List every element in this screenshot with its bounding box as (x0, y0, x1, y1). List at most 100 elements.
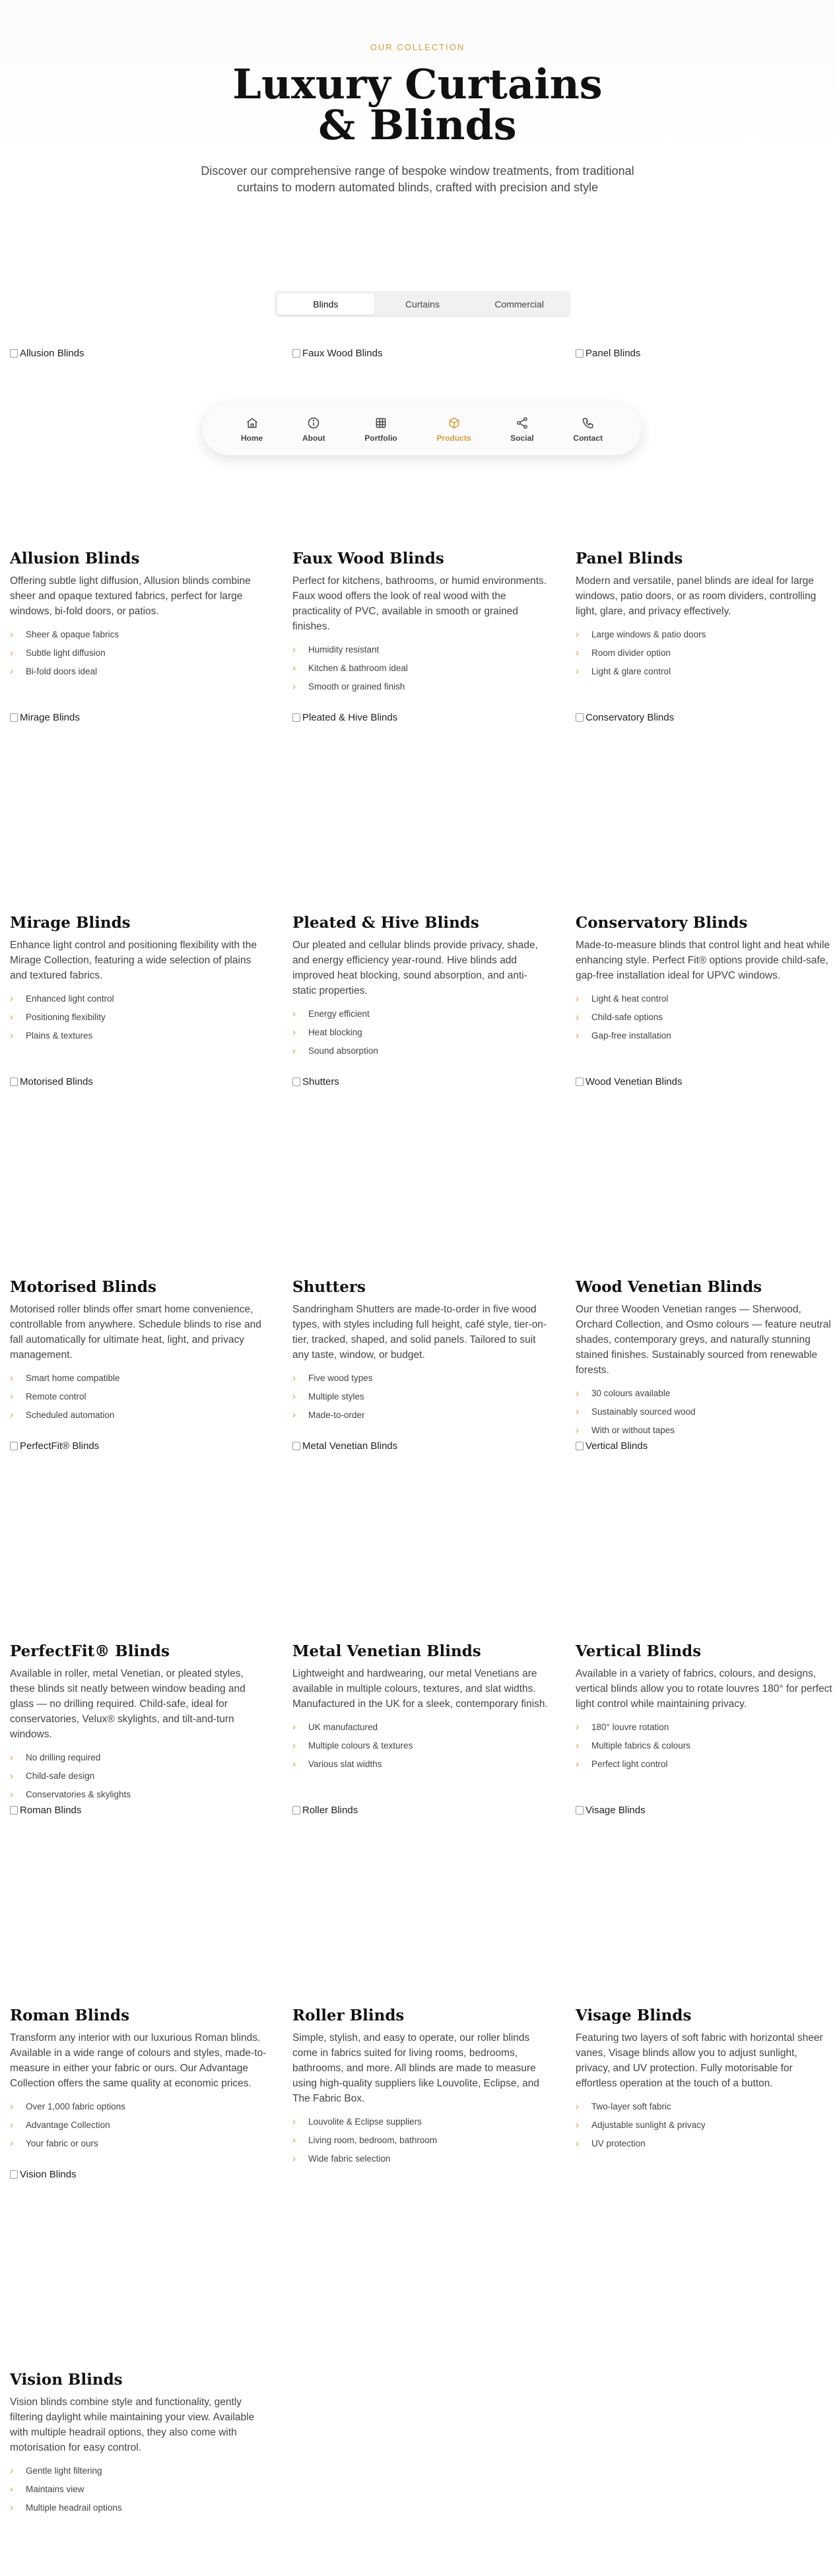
feature-text: Gap-free installation (591, 1031, 671, 1041)
broken-image-icon (292, 1078, 300, 1086)
nav-item-portfolio[interactable]: Portfolio (364, 416, 397, 443)
product-card-allusion-blinds: Allusion Blinds Allusion Blinds Offering s… (10, 348, 267, 681)
nav-item-products[interactable]: Products (437, 416, 471, 443)
nav-item-social[interactable]: Social (510, 416, 534, 443)
product-title: Wood Venetian Blinds (576, 1278, 762, 1296)
chevron-right-icon: › (576, 1722, 579, 1733)
chevron-right-icon: › (10, 666, 13, 677)
chevron-right-icon: › (576, 2101, 579, 2112)
product-title: Vision Blinds (10, 2371, 123, 2389)
feature-text: Multiple headrail options (26, 2503, 122, 2513)
chevron-right-icon: › (10, 1030, 13, 1041)
feature-item: › 30 colours available (576, 1384, 833, 1403)
hero-description: Discover our comprehensive range of besp… (201, 164, 634, 194)
chevron-right-icon: › (292, 2116, 296, 2127)
product-card-visage-blinds: Visage Blinds Visage Blinds Featuring two … (576, 1805, 833, 2153)
feature-text: Gentle light filtering (26, 2466, 102, 2476)
tab-curtains[interactable]: Curtains (374, 294, 471, 315)
broken-image-icon (576, 349, 584, 358)
chevron-right-icon: › (576, 647, 579, 659)
feature-text: Made-to-order (308, 1410, 365, 1420)
feature-item: › Scheduled automation (10, 1406, 267, 1425)
product-description: Available in roller, metal Venetian, or … (10, 1668, 246, 1740)
chevron-right-icon: › (292, 662, 296, 674)
product-image: Pleated & Hive Blinds (292, 712, 550, 887)
feature-item: › Your fabric or ours (10, 2135, 267, 2153)
grid-icon (376, 418, 386, 428)
feature-item: › 180° louvre rotation (576, 1718, 833, 1737)
product-title: Metal Venetian Blinds (292, 1642, 481, 1660)
feature-item: › Two-layer soft fabric (576, 2098, 833, 2116)
feature-item: › Made-to-order (292, 1406, 550, 1425)
product-title: Motorised Blinds (10, 1278, 156, 1296)
feature-list: › Over 1,000 fabric options › Advantage Col… (10, 2098, 267, 2153)
tab-blinds[interactable]: Blinds (277, 294, 374, 315)
chevron-right-icon: › (576, 1740, 579, 1751)
product-image-alt: Pleated & Hive Blinds (302, 712, 398, 723)
product-image-alt: Allusion Blinds (20, 348, 84, 359)
page-title: Luxury Curtains & Blinds (0, 64, 835, 146)
feature-item: › Heat blocking (292, 1023, 550, 1042)
feature-list: › Two-layer soft fabric › Adjustable sunlig… (576, 2098, 833, 2153)
feature-text: Plains & textures (26, 1031, 93, 1041)
share-icon (517, 417, 527, 429)
feature-list: › Energy efficient › Heat blocking › Sound ab… (292, 1005, 550, 1060)
product-card-conservatory-blinds: Conservatory Blinds Conservatory Blinds Ma… (576, 712, 833, 1045)
chevron-right-icon: › (576, 1388, 579, 1399)
product-description: Modern and versatile, panel blinds are i… (576, 575, 817, 617)
product-description: Available in a variety of fabrics, colou… (576, 1668, 832, 1710)
broken-image-icon (292, 1806, 300, 1815)
nav-item-about[interactable]: About (302, 416, 325, 443)
feature-item: › Sound absorption (292, 1042, 550, 1060)
feature-list: › No drilling required › Child-safe design ›… (10, 1749, 267, 1804)
feature-text: Energy efficient (308, 1009, 370, 1019)
feature-text: 30 colours available (591, 1388, 671, 1398)
feature-text: Adjustable sunlight & privacy (591, 2120, 706, 2130)
product-title: Mirage Blinds (10, 914, 131, 932)
nav-item-home[interactable]: Home (241, 416, 263, 443)
feature-text: UV protection (591, 2139, 646, 2148)
page-title-line-2: & Blinds (318, 101, 517, 149)
feature-text: Sustainably sourced wood (591, 1407, 696, 1417)
chevron-right-icon: › (292, 1722, 296, 1733)
feature-text: Living room, bedroom, bathroom (308, 2135, 438, 2145)
feature-item: › Bi-fold doors ideal (10, 662, 267, 681)
feature-item: › Living room, bedroom, bathroom (292, 2131, 550, 2150)
tab-commercial[interactable]: Commercial (471, 294, 568, 315)
product-image: Visage Blinds (576, 1805, 833, 1980)
feature-list: › Louvolite & Eclipse suppliers › Living ro… (292, 2113, 550, 2168)
chevron-right-icon: › (576, 1030, 579, 1041)
feature-text: Bi-fold doors ideal (26, 666, 98, 676)
nav-label-social: Social (510, 434, 534, 443)
product-title: Allusion Blinds (10, 550, 140, 567)
chevron-right-icon: › (292, 2135, 296, 2146)
broken-image-icon (10, 2170, 18, 2179)
product-description: Enhance light control and positioning fl… (10, 940, 257, 981)
feature-item: › Child-safe design (10, 1767, 267, 1786)
chevron-right-icon: › (576, 993, 579, 1004)
chevron-right-icon: › (292, 1409, 296, 1421)
feature-item: › Advantage Collection (10, 2116, 267, 2135)
feature-text: Maintains view (26, 2484, 84, 2494)
broken-image-icon (292, 1442, 300, 1450)
chevron-right-icon: › (292, 644, 296, 655)
broken-image-icon (576, 1806, 584, 1815)
product-card-metal-venetian-blinds: Metal Venetian Blinds Metal Venetian Blin… (292, 1440, 550, 1774)
feature-item: › Multiple colours & textures (292, 1737, 550, 1755)
feature-item: › Energy efficient (292, 1005, 550, 1023)
product-image: Mirage Blinds (10, 712, 267, 887)
product-image: Conservatory Blinds (576, 712, 833, 887)
product-card-wood-venetian-blinds: Wood Venetian Blinds Wood Venetian Blinds… (576, 1076, 833, 1440)
feature-list: › Five wood types › Multiple styles › Made-to… (292, 1369, 550, 1425)
category-tabs: Blinds Curtains Commercial (275, 291, 570, 317)
chevron-right-icon: › (10, 993, 13, 1004)
product-image: Motorised Blinds (10, 1076, 267, 1251)
feature-item: › Light & glare control (576, 662, 833, 681)
chevron-right-icon: › (292, 1027, 296, 1038)
feature-item: › Various slat widths (292, 1755, 550, 1774)
nav-item-contact[interactable]: Contact (573, 416, 603, 443)
feature-text: Scheduled automation (26, 1410, 115, 1420)
product-title: Faux Wood Blinds (292, 550, 444, 567)
feature-text: Kitchen & bathroom ideal (308, 663, 408, 673)
product-card-roman-blinds: Roman Blinds Roman Blinds Transform any in… (10, 1805, 267, 2153)
